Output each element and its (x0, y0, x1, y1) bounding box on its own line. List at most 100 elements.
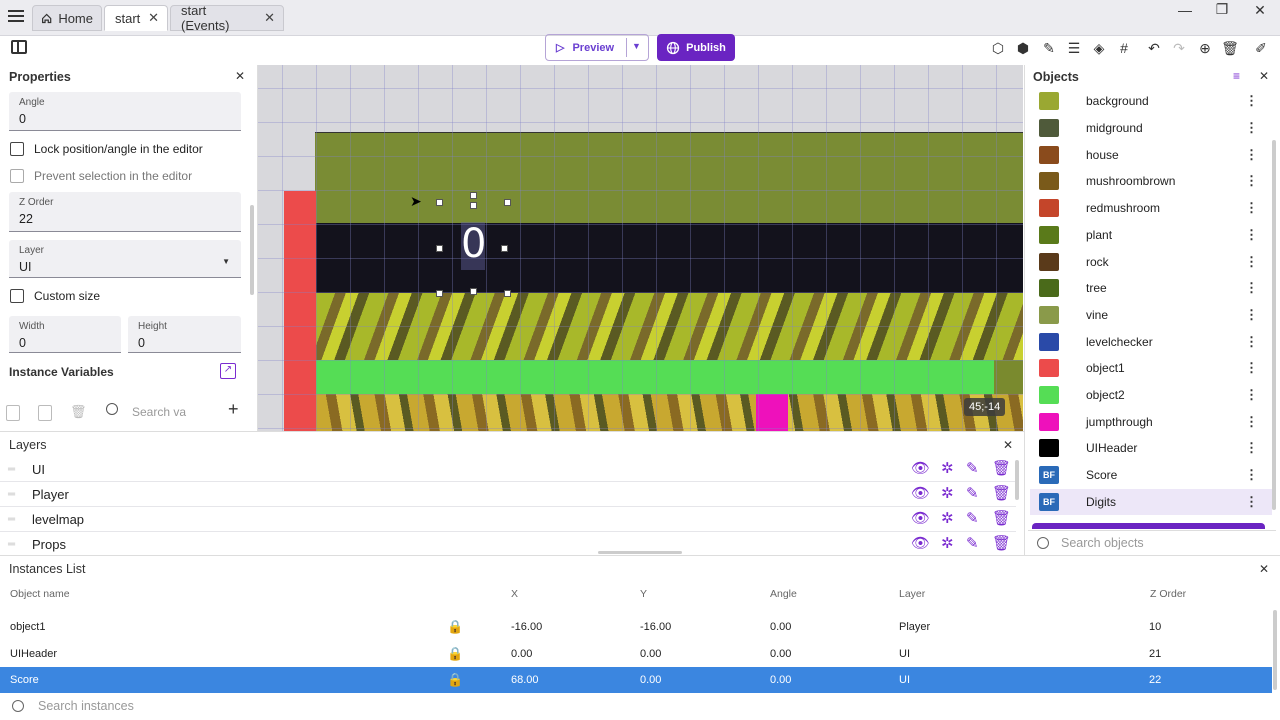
objects-search-bar[interactable]: Search objects (1028, 530, 1276, 554)
drag-handle-icon[interactable]: ═ (8, 464, 22, 475)
layer-row[interactable]: ═ Player 👁 ✲ ✎ 🗑 (0, 482, 1016, 507)
tab-home[interactable]: Home (32, 5, 102, 31)
col-layer[interactable]: Layer (899, 588, 925, 600)
visibility-eye-icon[interactable]: 👁 (911, 509, 930, 527)
object-list-item[interactable]: house ⋮ (1030, 141, 1272, 168)
col-x[interactable]: X (511, 588, 518, 600)
selection-handle[interactable] (436, 290, 443, 297)
copy-icon[interactable] (6, 405, 20, 421)
more-options-icon[interactable]: ⋮ (1245, 120, 1258, 136)
drag-handle-icon[interactable]: ═ (8, 514, 22, 525)
object-list-item[interactable]: BF Digits ⋮ (1030, 488, 1272, 516)
selection-handle[interactable] (504, 199, 511, 206)
object-list-item[interactable]: redmushroom ⋮ (1030, 195, 1272, 222)
more-options-icon[interactable]: ⋮ (1245, 280, 1258, 296)
tab-start[interactable]: start ✕ (104, 5, 168, 31)
object-list-item[interactable]: mushroombrown ⋮ (1030, 168, 1272, 195)
paste-icon[interactable] (38, 405, 52, 421)
more-options-icon[interactable]: ⋮ (1245, 227, 1258, 243)
table-row[interactable]: UIHeader 0.00 0.00 0.00 UI 21 🔒 (0, 641, 1272, 667)
selection-handle[interactable] (470, 202, 477, 209)
more-options-icon[interactable]: ⋮ (1245, 93, 1258, 109)
effects-icon[interactable]: ✲ (941, 484, 954, 502)
object-list-item[interactable]: jumpthrough ⋮ (1030, 408, 1272, 435)
selection-handle[interactable] (470, 288, 477, 295)
close-icon[interactable]: ✕ (1259, 69, 1269, 83)
preview-button[interactable]: ▷ Preview ▼ (545, 34, 649, 61)
object-list-item[interactable]: vine ⋮ (1030, 302, 1272, 329)
close-icon[interactable]: ✕ (235, 69, 245, 83)
filter-icon[interactable]: ≡ (1233, 69, 1240, 83)
selection-handle[interactable] (501, 245, 508, 252)
scene-canvas[interactable]: 0 ➤ 45;-14 (258, 65, 1023, 431)
objects-search-input[interactable]: Search objects (1061, 536, 1144, 550)
object-list-item[interactable]: UIHeader ⋮ (1030, 435, 1272, 462)
selected-digit[interactable]: 0 (461, 222, 486, 270)
minimize-icon[interactable]: — (1170, 2, 1200, 18)
layer-row[interactable]: ═ levelmap 👁 ✲ ✎ 🗑 (0, 507, 1016, 532)
object-list-item[interactable]: midground ⋮ (1030, 115, 1272, 142)
edit-icon[interactable]: ✎ (1039, 38, 1059, 58)
lock-icon[interactable]: 🔒 (447, 672, 463, 688)
add-icon[interactable]: + (228, 399, 239, 420)
height-field[interactable]: Height 0 (128, 316, 241, 353)
scrollbar[interactable] (1272, 140, 1276, 510)
edit-icon[interactable]: ✎ (966, 459, 979, 477)
object-list-item[interactable]: object1 ⋮ (1030, 355, 1272, 382)
lock-icon[interactable]: 🔒 (447, 646, 463, 662)
resize-handle[interactable] (598, 551, 682, 554)
object-list-item[interactable]: rock ⋮ (1030, 248, 1272, 275)
tab-start-events[interactable]: start (Events) ✕ (170, 3, 284, 33)
more-options-icon[interactable]: ⋮ (1245, 387, 1258, 403)
list-icon[interactable]: ☰ (1064, 38, 1084, 58)
open-external-icon[interactable]: ↗ (220, 363, 236, 379)
close-icon[interactable]: ✕ (1003, 438, 1013, 452)
zoom-icon[interactable]: ⊕ (1195, 38, 1215, 58)
object-list-item[interactable]: levelchecker ⋮ (1030, 328, 1272, 355)
object-list-item[interactable]: BF Score ⋮ (1030, 462, 1272, 489)
drag-handle-icon[interactable]: ═ (8, 489, 22, 500)
selection-handle[interactable] (436, 245, 443, 252)
chevron-down-icon[interactable]: ▼ (632, 41, 641, 51)
layer-row[interactable]: ═ Props 👁 ✲ ✎ 🗑 (0, 532, 1016, 557)
grid-icon[interactable]: # (1114, 38, 1134, 58)
close-icon[interactable]: ✕ (264, 10, 275, 26)
more-options-icon[interactable]: ⋮ (1245, 360, 1258, 376)
prevent-selection-checkbox[interactable] (10, 169, 24, 183)
custom-size-checkbox[interactable] (10, 289, 24, 303)
edit-icon[interactable]: ✎ (966, 509, 979, 527)
more-options-icon[interactable]: ⋮ (1245, 414, 1258, 430)
selection-handle[interactable] (470, 192, 477, 199)
more-options-icon[interactable]: ⋮ (1245, 173, 1258, 189)
maximize-icon[interactable]: ❐ (1207, 1, 1237, 18)
table-row[interactable]: object1 -16.00 -16.00 0.00 Player 10 🔒 (0, 614, 1272, 640)
publish-button[interactable]: Publish (657, 34, 735, 61)
effects-icon[interactable]: ✲ (941, 459, 954, 477)
delete-icon[interactable]: 🗑 (992, 459, 1011, 477)
width-field[interactable]: Width 0 (9, 316, 121, 353)
scrollbar[interactable] (1015, 460, 1019, 500)
effects-icon[interactable]: ✲ (941, 509, 954, 527)
more-options-icon[interactable]: ⋮ (1245, 334, 1258, 350)
lock-position-checkbox[interactable] (10, 142, 24, 156)
undo-icon[interactable]: ↶ (1144, 38, 1164, 58)
close-icon[interactable]: ✕ (1259, 562, 1269, 576)
trash-icon[interactable]: 🗑 (1220, 38, 1240, 58)
instances-search-bar[interactable]: Search instances (0, 694, 1280, 720)
panels-toggle-icon[interactable] (11, 40, 27, 54)
variables-search-input[interactable]: Search va (132, 405, 188, 419)
selection-handle[interactable] (504, 290, 511, 297)
visibility-eye-icon[interactable]: 👁 (911, 459, 930, 477)
scrollbar[interactable] (1273, 610, 1277, 690)
effects-icon[interactable]: ✲ (941, 534, 954, 552)
more-options-icon[interactable]: ⋮ (1245, 254, 1258, 270)
table-row[interactable]: Score 68.00 0.00 0.00 UI 22 🔒 (0, 667, 1272, 694)
delete-icon[interactable]: 🗑 (992, 534, 1011, 552)
delete-icon[interactable]: 🗑 (992, 509, 1011, 527)
zorder-field[interactable]: Z Order 22 (9, 192, 241, 232)
visibility-eye-icon[interactable]: 👁 (911, 484, 930, 502)
more-options-icon[interactable]: ⋮ (1245, 147, 1258, 163)
more-options-icon[interactable]: ⋮ (1245, 200, 1258, 216)
cube-icon[interactable]: ⬡ (988, 38, 1008, 58)
settings-edit-icon[interactable]: ✐ (1251, 38, 1271, 58)
